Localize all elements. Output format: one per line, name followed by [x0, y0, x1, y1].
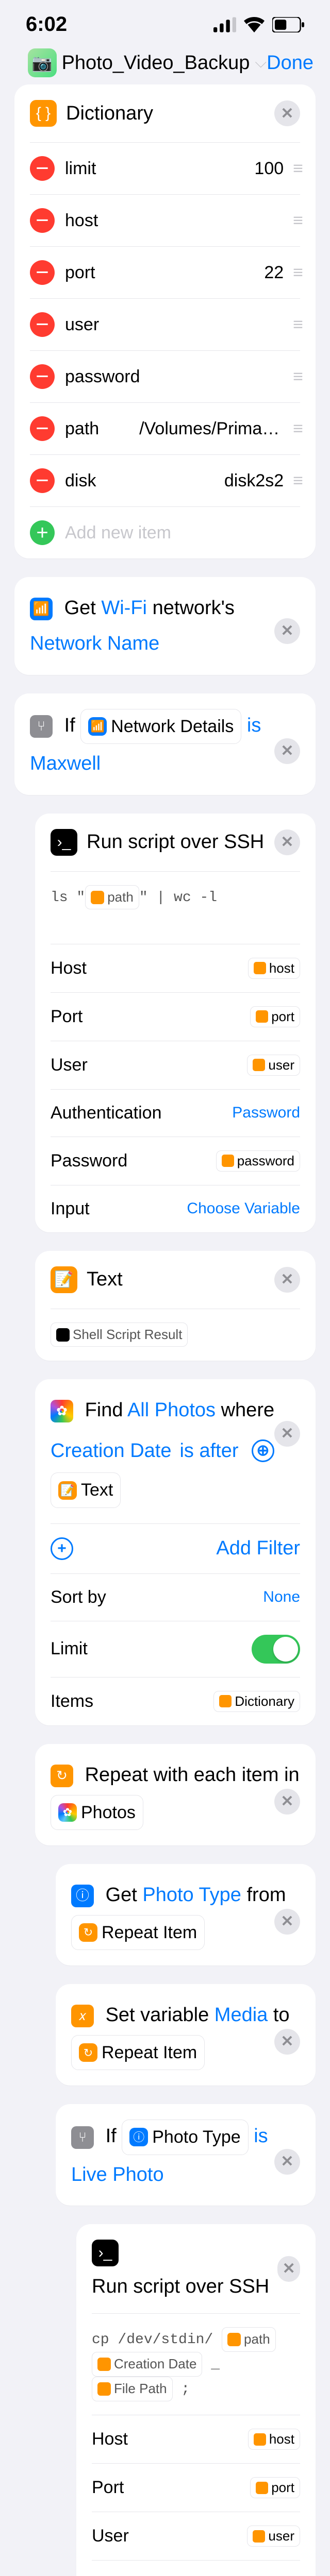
- delete-icon[interactable]: −: [30, 208, 55, 233]
- plus-icon: +: [51, 1537, 73, 1560]
- dictionary-icon: { }: [30, 100, 57, 127]
- action-if-phototype[interactable]: ⑂ If ⓘPhoto Type is Live Photo ✕: [56, 2104, 316, 2206]
- ssh-auth-field[interactable]: AuthenticationPassword: [76, 2561, 316, 2576]
- ssh-port-field[interactable]: Portport: [35, 993, 316, 1041]
- variable-pill[interactable]: ↻Repeat Item: [71, 2035, 205, 2070]
- close-icon[interactable]: ✕: [274, 100, 300, 126]
- grip-icon[interactable]: ≡: [293, 419, 300, 439]
- terminal-icon: ›_: [92, 2240, 119, 2266]
- grip-icon[interactable]: ≡: [293, 367, 300, 387]
- action-text[interactable]: 📝Text✕ Shell Script Result: [35, 1251, 316, 1361]
- grip-icon[interactable]: ≡: [293, 211, 300, 231]
- limit-field[interactable]: Limit: [35, 1621, 316, 1677]
- ssh-auth-field[interactable]: AuthenticationPassword: [35, 1090, 316, 1137]
- action-dictionary[interactable]: { } Dictionary ✕ −limit100≡ −host≡ −port…: [14, 84, 316, 558]
- delete-icon[interactable]: −: [30, 156, 55, 181]
- action-ssh[interactable]: ›_Run script over SSH✕ ls "path" | wc -l…: [35, 814, 316, 1232]
- close-icon[interactable]: ✕: [274, 738, 300, 764]
- dict-row[interactable]: −diskdisk2s2≡: [14, 455, 316, 506]
- repeat-icon: ↻: [51, 1765, 73, 1787]
- close-icon[interactable]: ✕: [277, 2256, 300, 2282]
- details-icon: ⓘ: [71, 1885, 94, 1907]
- grip-icon[interactable]: ≡: [293, 315, 300, 335]
- variable-pill[interactable]: ⓘPhoto Type: [122, 2120, 248, 2155]
- close-icon[interactable]: ✕: [274, 618, 300, 644]
- action-get-wifi[interactable]: 📶 Get Wi-Fi network's Network Name ✕: [14, 577, 316, 675]
- terminal-icon: ›_: [51, 829, 77, 856]
- variable-pill[interactable]: 📶Network Details: [80, 709, 241, 744]
- action-ssh-inner[interactable]: ›_Run script over SSH✕ cp /dev/stdin/ pa…: [76, 2224, 316, 2576]
- close-icon[interactable]: ✕: [274, 829, 300, 855]
- close-icon[interactable]: ✕: [274, 1421, 300, 1447]
- delete-icon[interactable]: −: [30, 260, 55, 285]
- action-get-phototype[interactable]: ⓘ Get Photo Type from ↻Repeat Item ✕: [56, 1864, 316, 1965]
- if-icon: ⑂: [30, 715, 53, 738]
- ssh-password-field[interactable]: Passwordpassword: [35, 1137, 316, 1185]
- wifi-action-icon: 📶: [30, 598, 53, 620]
- text-icon: 📝: [51, 1266, 77, 1293]
- action-repeat[interactable]: ↻ Repeat with each item in ✿Photos ✕: [35, 1744, 316, 1845]
- close-icon[interactable]: ✕: [274, 1789, 300, 1815]
- variable-icon: 𝑥: [71, 2005, 94, 2027]
- variable-pill[interactable]: ↻Repeat Item: [71, 1915, 205, 1950]
- variable-pill[interactable]: ✿Photos: [51, 1795, 143, 1830]
- if-icon: ⑂: [71, 2126, 94, 2149]
- ssh-user-field[interactable]: Useruser: [35, 1041, 316, 1089]
- dict-row[interactable]: −path/Volumes/Primary/...≡: [14, 403, 316, 454]
- dict-row[interactable]: −host≡: [14, 195, 316, 246]
- wifi-icon: [243, 17, 265, 32]
- close-icon[interactable]: ✕: [274, 1909, 300, 1935]
- status-icons: [213, 17, 304, 32]
- text-content[interactable]: Shell Script Result: [35, 1309, 316, 1361]
- script-editor[interactable]: cp /dev/stdin/ path Creation Date _ File…: [76, 2314, 316, 2415]
- dict-row[interactable]: −limit100≡: [14, 143, 316, 194]
- photos-icon: ✿: [51, 1400, 73, 1422]
- add-filter-button[interactable]: +Add Filter: [35, 1524, 316, 1573]
- shortcut-title[interactable]: 📷 Photo_Video_Backup ⌵: [28, 48, 267, 77]
- grip-icon[interactable]: ≡: [293, 159, 300, 179]
- delete-icon[interactable]: −: [30, 416, 55, 441]
- close-icon[interactable]: ✕: [274, 2029, 300, 2055]
- ssh-host-field[interactable]: Hosthost: [35, 944, 316, 992]
- close-icon[interactable]: ✕: [274, 1267, 300, 1293]
- battery-icon: [272, 17, 304, 32]
- limit-switch[interactable]: [252, 1635, 300, 1664]
- add-condition-icon[interactable]: ⊕: [252, 1439, 274, 1462]
- dict-row[interactable]: −user≡: [14, 299, 316, 350]
- ssh-host-field[interactable]: Hosthost: [76, 2415, 316, 2463]
- signal-icon: [213, 17, 236, 32]
- items-field[interactable]: ItemsDictionary: [35, 1677, 316, 1725]
- delete-icon[interactable]: −: [30, 364, 55, 389]
- delete-icon[interactable]: −: [30, 468, 55, 493]
- script-editor[interactable]: ls "path" | wc -l: [35, 872, 316, 923]
- add-item-button[interactable]: +Add new item: [14, 507, 316, 558]
- plus-icon: +: [30, 520, 55, 545]
- dict-row[interactable]: −password≡: [14, 351, 316, 402]
- shortcut-icon: 📷: [28, 48, 57, 77]
- grip-icon[interactable]: ≡: [293, 471, 300, 491]
- dict-row[interactable]: −port22≡: [14, 247, 316, 298]
- action-set-variable[interactable]: 𝑥 Set variable Media to ↻Repeat Item ✕: [56, 1984, 316, 2086]
- delete-icon[interactable]: −: [30, 312, 55, 337]
- chevron-down-icon: ⌵: [255, 54, 267, 72]
- grip-icon[interactable]: ≡: [293, 263, 300, 283]
- action-find-photos[interactable]: ✿ Find All Photos where ✕ Creation Date …: [35, 1379, 316, 1725]
- status-time: 6:02: [26, 13, 67, 36]
- done-button[interactable]: Done: [267, 52, 314, 74]
- ssh-port-field[interactable]: Portport: [76, 2464, 316, 2512]
- variable-pill[interactable]: 📝Text: [51, 1472, 121, 1507]
- sort-by-field[interactable]: Sort byNone: [35, 1574, 316, 1621]
- ssh-user-field[interactable]: Useruser: [76, 2512, 316, 2560]
- action-if[interactable]: ⑂ If 📶Network Details is Maxwell ✕: [14, 693, 316, 795]
- ssh-input-field[interactable]: InputChoose Variable: [35, 1185, 316, 1232]
